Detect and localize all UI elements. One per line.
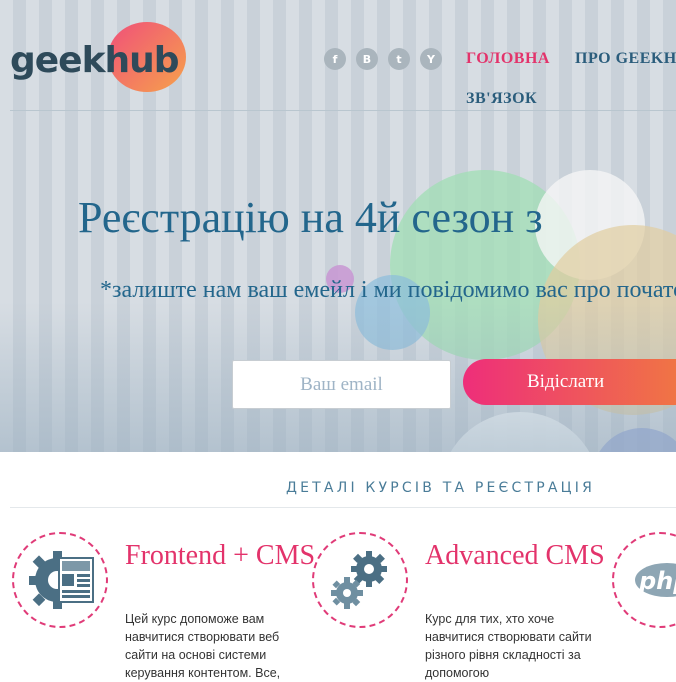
- section-title: ДЕТАЛІ КУРСІВ ТА РЕЄСТРАЦІЯ: [286, 480, 596, 496]
- course-frontend-desc: Цей курс допоможе вам навчитися створюва…: [125, 612, 281, 680]
- hero-title: Реєстрацію на 4й сезон з: [78, 193, 543, 242]
- facebook-icon[interactable]: f: [324, 48, 346, 70]
- course-advanced-icon: [312, 532, 408, 628]
- nav-about[interactable]: ПРО GEEKHUB: [575, 50, 676, 68]
- svg-text:php: php: [638, 567, 676, 595]
- section-divider: [10, 507, 676, 508]
- geekhub-logo[interactable]: geekhub: [10, 22, 186, 94]
- send-button[interactable]: Відіслати: [463, 359, 676, 405]
- course-frontend-title[interactable]: Frontend + CMS: [125, 542, 315, 570]
- nav-contact[interactable]: ЗВ'ЯЗОК: [466, 90, 537, 108]
- header-divider: [10, 110, 676, 111]
- course-php-icon: php: [612, 532, 676, 628]
- course-advanced-desc: Курс для тих, хто хоче навчитися створюв…: [425, 612, 592, 680]
- gears-icon: [331, 551, 387, 609]
- vk-icon[interactable]: В: [356, 48, 378, 70]
- logo-text-hub: hub: [104, 40, 180, 81]
- nav-home[interactable]: ГОЛОВНА: [466, 50, 550, 68]
- course-advanced-title[interactable]: Advanced CMS: [425, 542, 605, 570]
- youtube-icon[interactable]: Y: [420, 48, 442, 70]
- twitter-icon[interactable]: t: [388, 48, 410, 70]
- logo-text: geekhub: [10, 40, 180, 81]
- hero-subtitle: *залиште нам ваш емейл і ми повідомимо в…: [100, 277, 676, 303]
- hero-banner: geekhub f В t Y ГОЛОВНА ПРО GEEKHUB ЗВ'Я…: [0, 0, 676, 452]
- gear-screen-icon: [29, 551, 94, 609]
- php-logo-icon: php: [635, 563, 676, 597]
- course-frontend-icon: [12, 532, 108, 628]
- email-input[interactable]: Ваш email: [232, 360, 451, 409]
- logo-text-geek: geek: [10, 40, 106, 81]
